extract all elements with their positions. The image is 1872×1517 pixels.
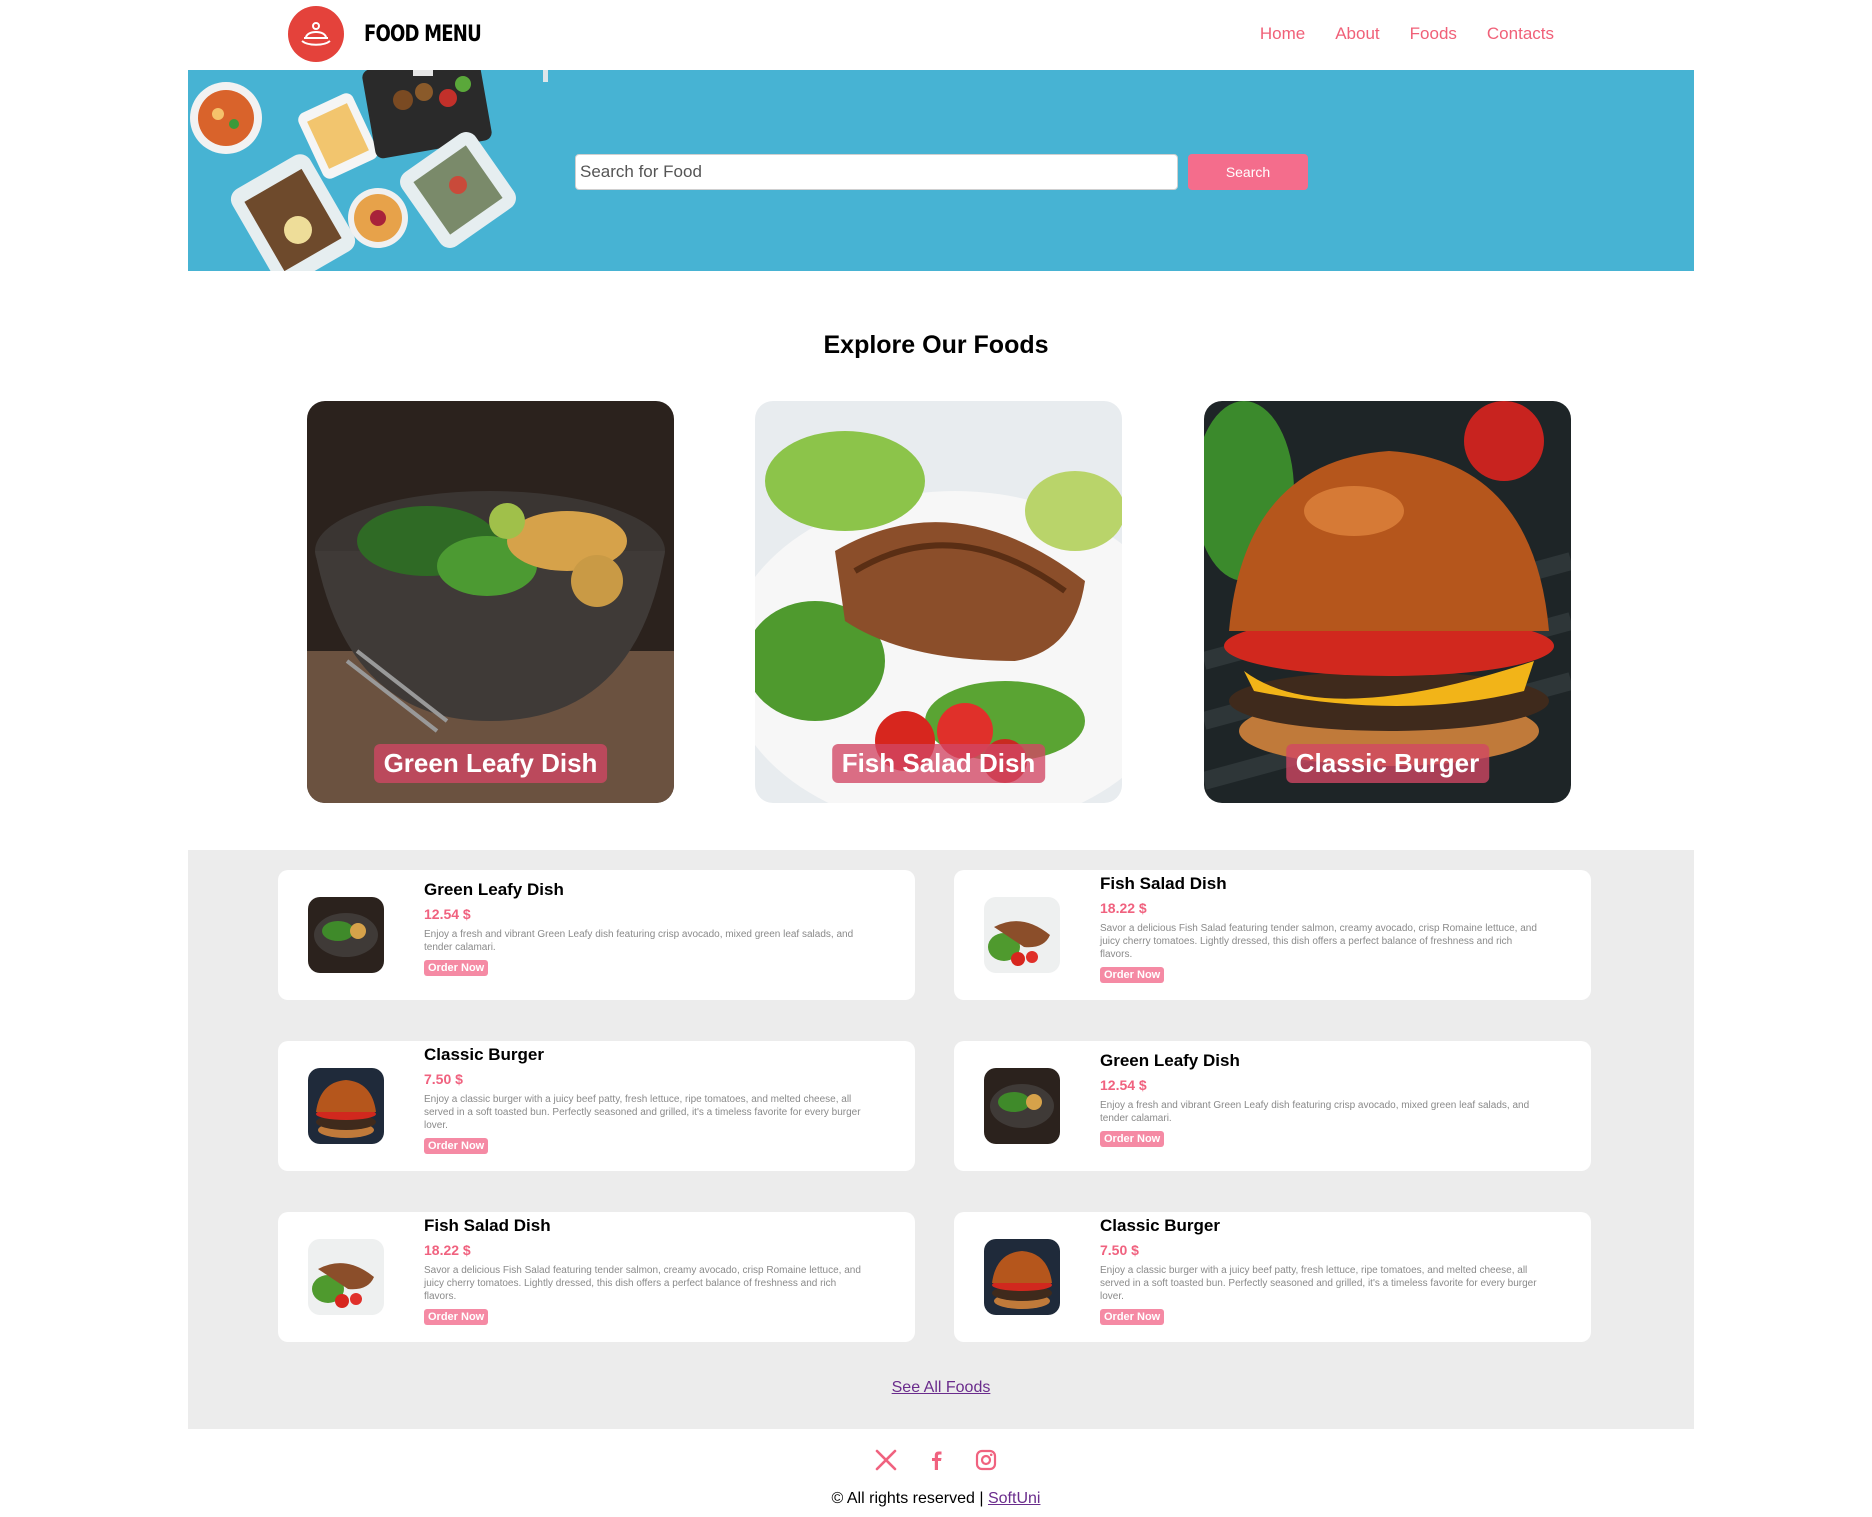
food-list-section: Green Leafy Dish 12.54 $ Enjoy a fresh a…	[188, 850, 1694, 1429]
food-name: Green Leafy Dish	[1100, 1051, 1240, 1070]
softuni-link[interactable]: SoftUni	[988, 1490, 1040, 1507]
food-name: Classic Burger	[1100, 1216, 1220, 1235]
brand-logo[interactable]: FOOD MENU	[288, 6, 507, 62]
feature-label: Fish Salad Dish	[831, 744, 1046, 783]
nav-about[interactable]: About	[1335, 24, 1379, 44]
food-price: 18.22 $	[1100, 900, 1147, 916]
nav-contacts[interactable]: Contacts	[1487, 24, 1554, 44]
social-links	[0, 1447, 1872, 1473]
search-input[interactable]	[575, 154, 1178, 190]
brand-name: FOOD MENU	[364, 21, 482, 47]
grilled-salmon-salad-image	[755, 401, 1122, 803]
food-thumbnail	[984, 1068, 1060, 1144]
order-now-button[interactable]: Order Now	[424, 1309, 489, 1325]
food-description: Enjoy a classic burger with a juicy beef…	[1100, 1265, 1537, 1302]
food-thumbnail	[984, 897, 1060, 973]
see-all-foods-link[interactable]: See All Foods	[892, 1379, 991, 1396]
list-item: Green Leafy Dish 12.54 $ Enjoy a fresh a…	[278, 870, 915, 1000]
feature-label: Classic Burger	[1285, 744, 1490, 783]
food-description: Enjoy a fresh and vibrant Green Leafy di…	[424, 929, 854, 953]
copyright: © All rights reserved | SoftUni	[0, 1490, 1872, 1508]
food-tray-icon	[288, 6, 344, 62]
food-thumbnail	[984, 1239, 1060, 1315]
food-thumbnail	[308, 897, 384, 973]
food-description: Savor a delicious Fish Salad featuring t…	[424, 1265, 861, 1302]
food-price: 12.54 $	[1100, 1077, 1147, 1093]
cheeseburger-image	[1204, 401, 1571, 803]
food-description: Enjoy a classic burger with a juicy beef…	[424, 1094, 861, 1131]
see-all-container: See All Foods	[188, 1379, 1694, 1397]
food-price: 7.50 $	[1100, 1242, 1139, 1258]
facebook-icon[interactable]	[923, 1447, 949, 1473]
order-now-button[interactable]: Order Now	[1100, 1131, 1165, 1147]
food-description: Savor a delicious Fish Salad featuring t…	[1100, 923, 1537, 960]
feature-label: Green Leafy Dish	[373, 744, 608, 783]
list-item: Fish Salad Dish 18.22 $ Savor a deliciou…	[954, 870, 1591, 1000]
food-description: Enjoy a fresh and vibrant Green Leafy di…	[1100, 1100, 1530, 1124]
x-icon[interactable]	[873, 1447, 899, 1473]
food-name: Green Leafy Dish	[424, 880, 564, 899]
order-now-button[interactable]: Order Now	[424, 960, 489, 976]
instagram-icon[interactable]	[973, 1447, 999, 1473]
order-now-button[interactable]: Order Now	[424, 1138, 489, 1154]
order-now-button[interactable]: Order Now	[1100, 1309, 1165, 1325]
explore-title: Explore Our Foods	[823, 331, 1049, 359]
site-header: FOOD MENU Home About Foods Contacts	[0, 0, 1872, 70]
hero-banner: Search	[188, 70, 1694, 271]
nav-foods[interactable]: Foods	[1410, 24, 1457, 44]
food-price: 18.22 $	[424, 1242, 471, 1258]
food-containers-image	[190, 70, 548, 271]
list-item: Classic Burger 7.50 $ Enjoy a classic bu…	[954, 1212, 1591, 1342]
order-now-button[interactable]: Order Now	[1100, 967, 1165, 983]
feature-card-green-leafy[interactable]: Green Leafy Dish	[307, 401, 674, 803]
food-name: Fish Salad Dish	[424, 1216, 551, 1235]
feature-card-fish-salad[interactable]: Fish Salad Dish	[755, 401, 1122, 803]
food-price: 7.50 $	[424, 1071, 463, 1087]
food-price: 12.54 $	[424, 906, 471, 922]
main-nav: Home About Foods Contacts	[1260, 24, 1554, 44]
list-item: Classic Burger 7.50 $ Enjoy a classic bu…	[278, 1041, 915, 1171]
food-thumbnail	[308, 1068, 384, 1144]
list-item: Green Leafy Dish 12.54 $ Enjoy a fresh a…	[954, 1041, 1591, 1171]
search-button[interactable]: Search	[1188, 154, 1308, 190]
food-name: Classic Burger	[424, 1045, 544, 1064]
nav-home[interactable]: Home	[1260, 24, 1305, 44]
food-thumbnail	[308, 1239, 384, 1315]
green-leafy-bowl-image	[307, 401, 674, 803]
feature-card-classic-burger[interactable]: Classic Burger	[1204, 401, 1571, 803]
list-item: Fish Salad Dish 18.22 $ Savor a deliciou…	[278, 1212, 915, 1342]
food-name: Fish Salad Dish	[1100, 874, 1227, 893]
copyright-text: © All rights reserved |	[831, 1490, 984, 1507]
